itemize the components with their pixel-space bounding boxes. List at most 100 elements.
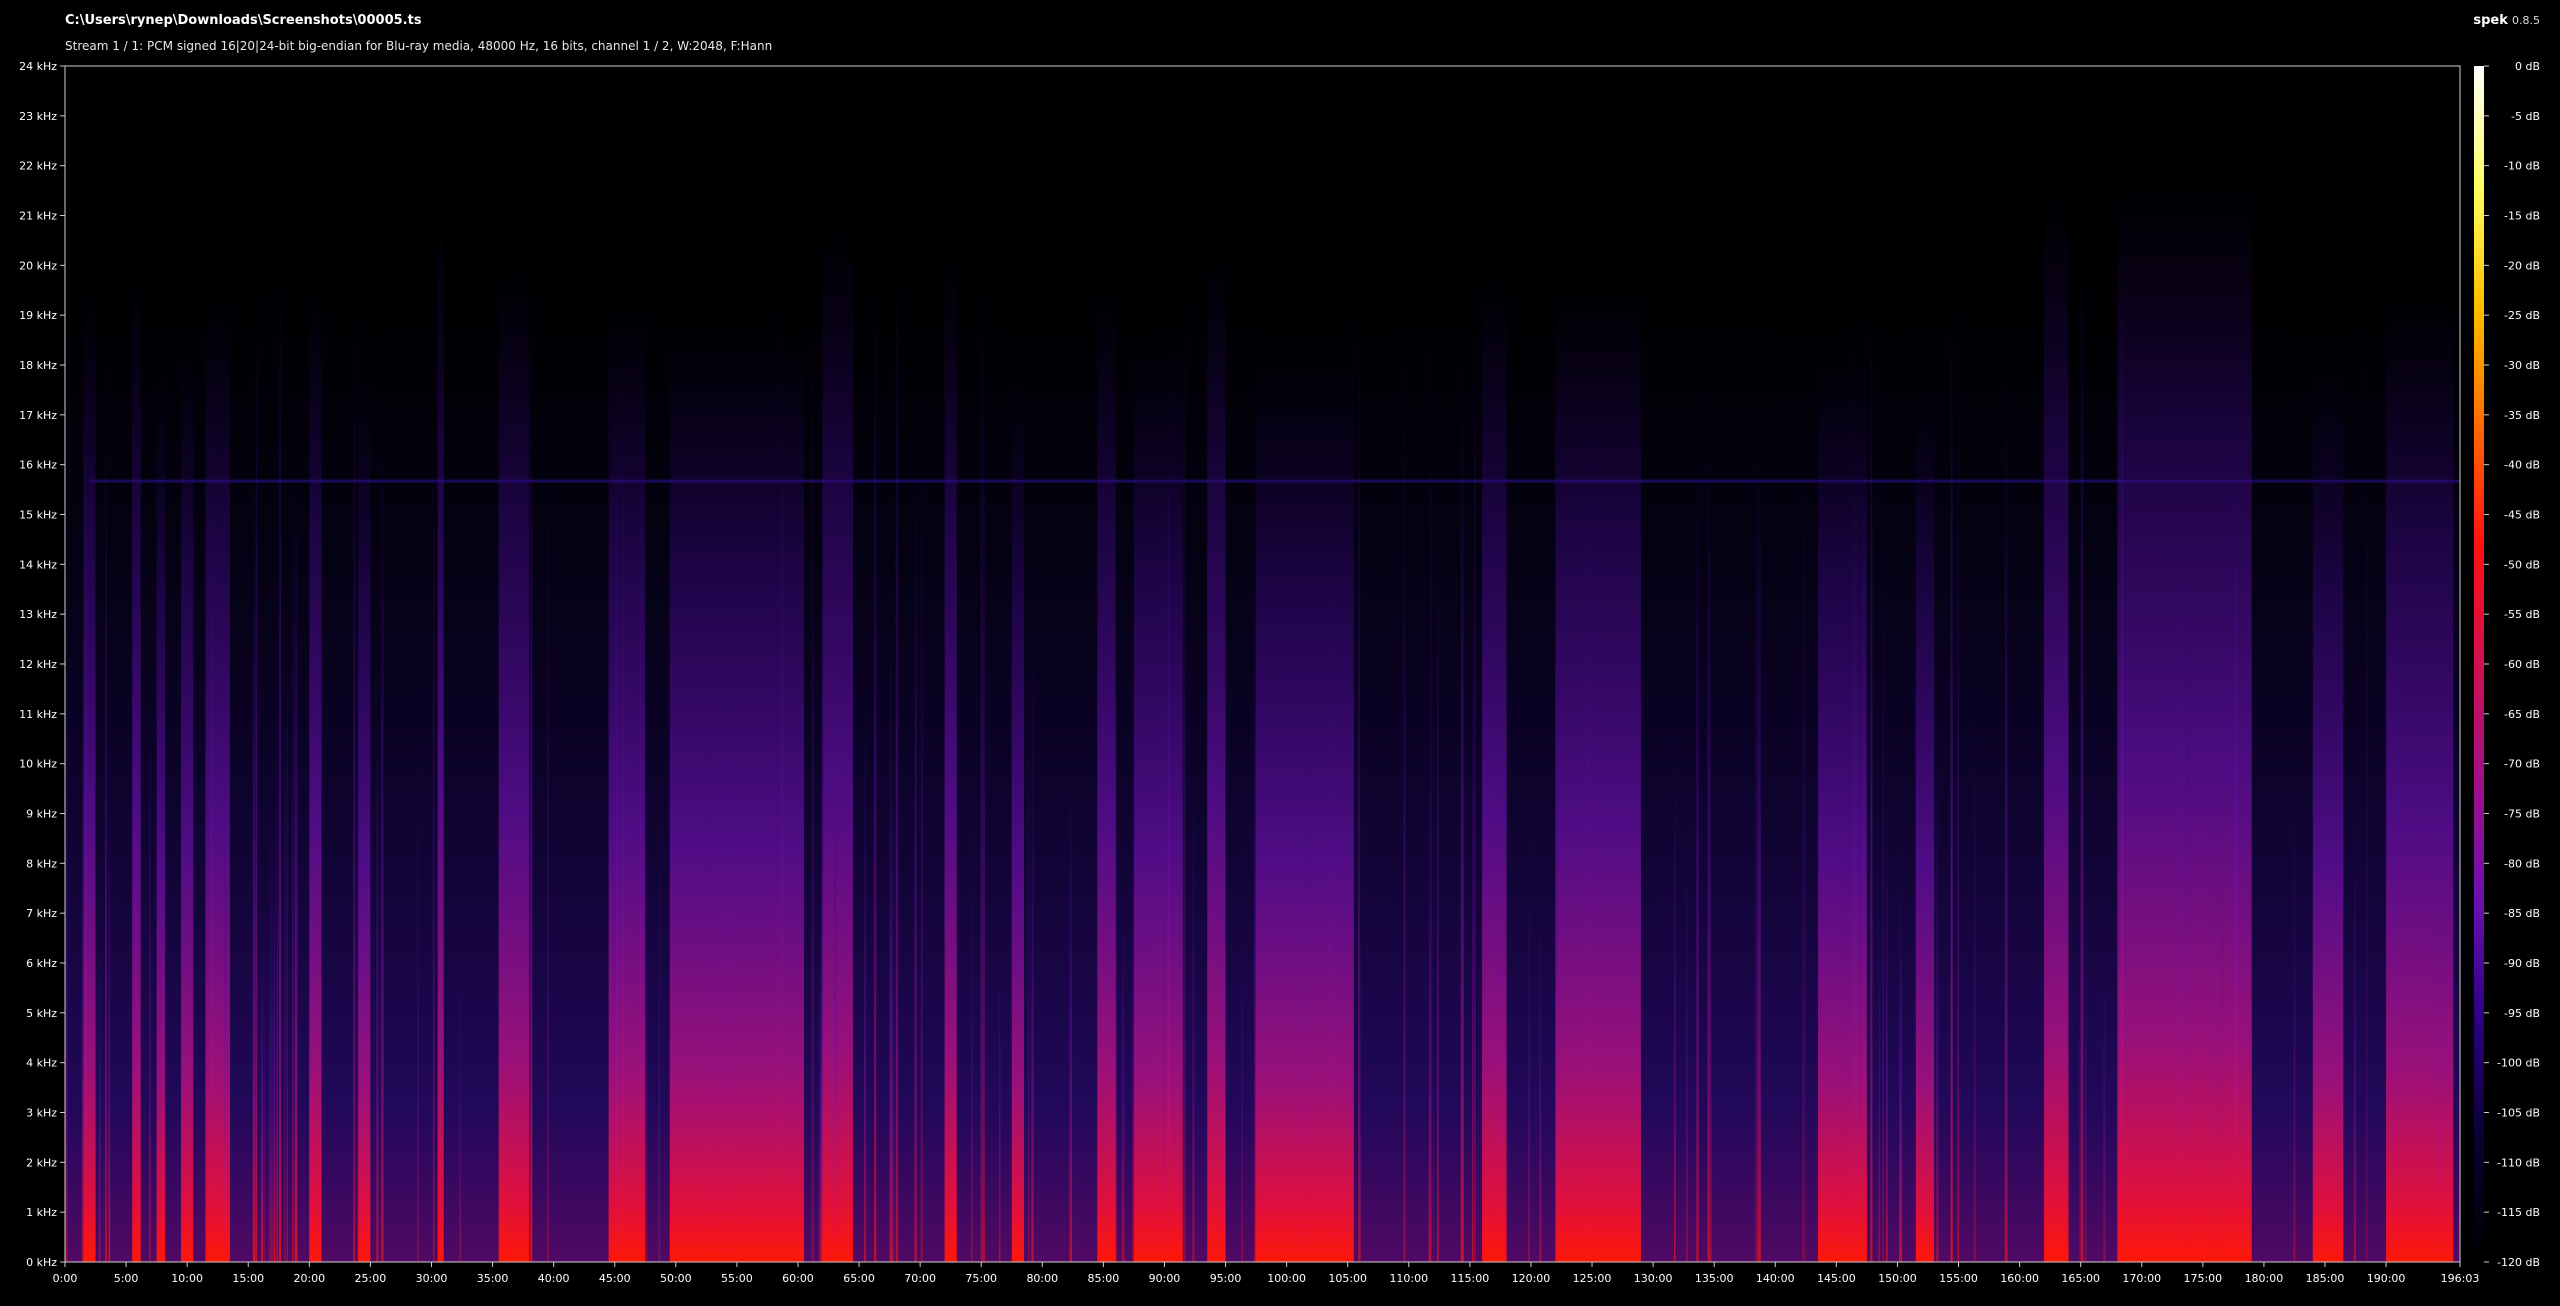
spectral-streak — [780, 222, 783, 1263]
db-tick-label: -110 dB — [2497, 1156, 2540, 1169]
y-tick-label: 6 kHz — [26, 957, 57, 970]
spectral-streak — [1192, 733, 1195, 1262]
loud-segment — [1256, 363, 1354, 1262]
spectral-streak — [920, 372, 923, 1263]
db-tick-label: -45 dB — [2504, 509, 2540, 522]
spectral-streak — [2004, 364, 2008, 1262]
db-tick-label: 0 dB — [2515, 60, 2540, 73]
spectral-streak — [134, 546, 137, 1262]
spectral-streak — [1132, 736, 1135, 1262]
spectral-streak — [1183, 192, 1186, 1262]
spectral-streak — [2211, 713, 2213, 1262]
y-tick-label: 13 kHz — [19, 608, 57, 621]
db-tick-label: -70 dB — [2504, 758, 2540, 771]
y-tick-label: 15 kHz — [19, 509, 57, 522]
spectral-streak — [840, 646, 842, 1262]
spectral-streak — [1852, 279, 1856, 1262]
spectral-streak — [1686, 782, 1688, 1262]
db-tick-label: -40 dB — [2504, 459, 2540, 472]
x-tick-label: 105:00 — [1328, 1272, 1367, 1285]
spectral-streak — [1121, 841, 1125, 1262]
spectral-streak — [2293, 739, 2296, 1262]
db-colorbar — [2474, 66, 2484, 1262]
loud-segment — [181, 342, 194, 1263]
x-tick-label: 0:00 — [53, 1272, 78, 1285]
y-tick-label: 10 kHz — [19, 758, 57, 771]
spectral-streak — [999, 880, 1001, 1262]
spectral-streak — [1674, 701, 1676, 1262]
spectral-streak — [1460, 349, 1464, 1262]
loud-segment — [1011, 382, 1024, 1262]
x-tick-label: 75:00 — [965, 1272, 997, 1285]
db-tick-label: -25 dB — [2504, 309, 2540, 322]
y-tick-label: 12 kHz — [19, 658, 57, 671]
spectral-streak — [291, 480, 294, 1262]
spectral-streak — [734, 552, 736, 1262]
x-tick-label: 190:00 — [2367, 1272, 2406, 1285]
spectral-streak — [811, 241, 815, 1263]
spectral-streak — [1950, 246, 1953, 1262]
spectral-streak — [81, 645, 84, 1262]
spectral-streak — [658, 728, 660, 1262]
x-tick-label: 196:03 — [2441, 1272, 2480, 1285]
spectral-streak — [2186, 604, 2189, 1262]
spectral-streak — [260, 888, 263, 1262]
y-tick-label: 14 kHz — [19, 558, 57, 571]
spectral-streak — [353, 258, 356, 1262]
spectral-streak — [255, 238, 258, 1262]
spectral-streak — [1710, 776, 1713, 1262]
loud-segment — [1555, 284, 1641, 1262]
spectral-streak — [286, 548, 288, 1262]
db-tick-label: -95 dB — [2504, 1007, 2540, 1020]
spectral-streak — [1144, 587, 1147, 1262]
x-tick-label: 150:00 — [1878, 1272, 1917, 1285]
x-tick-label: 160:00 — [2000, 1272, 2039, 1285]
spectral-streak — [914, 430, 917, 1262]
db-tick-label: -60 dB — [2504, 658, 2540, 671]
spectral-streak — [1167, 281, 1169, 1262]
db-tick-label: -115 dB — [2497, 1206, 2540, 1219]
x-tick-label: 70:00 — [904, 1272, 936, 1285]
spectral-streak — [1556, 725, 1558, 1262]
loud-segment — [309, 279, 322, 1263]
x-tick-label: 165:00 — [2061, 1272, 2100, 1285]
spectral-streak — [2179, 425, 2183, 1262]
x-tick-label: 65:00 — [843, 1272, 875, 1285]
spectral-streak — [1709, 476, 1711, 1262]
x-tick-label: 25:00 — [355, 1272, 387, 1285]
db-tick-label: -80 dB — [2504, 857, 2540, 870]
spectral-streak — [2244, 521, 2246, 1262]
db-tick-label: -105 dB — [2497, 1107, 2540, 1120]
spectral-streak — [891, 736, 894, 1262]
spectral-streak — [149, 624, 151, 1262]
x-tick-label: 10:00 — [171, 1272, 203, 1285]
spectral-streak — [1430, 247, 1432, 1263]
spectral-streak — [1707, 374, 1710, 1262]
spectral-streak — [639, 384, 643, 1262]
spectral-streak — [1528, 817, 1530, 1262]
y-tick-label: 16 kHz — [19, 459, 57, 472]
spectral-streak — [2394, 504, 2397, 1262]
spectral-streak — [210, 371, 213, 1263]
y-tick-label: 5 kHz — [26, 1007, 57, 1020]
spectral-streak — [2080, 189, 2084, 1263]
y-tick-label: 4 kHz — [26, 1057, 57, 1070]
x-tick-label: 115:00 — [1451, 1272, 1490, 1285]
db-tick-label: -100 dB — [2497, 1057, 2540, 1070]
spectral-streak — [108, 772, 111, 1262]
spectral-streak — [1973, 658, 1976, 1262]
db-tick-label: -85 dB — [2504, 907, 2540, 920]
spectral-streak — [1309, 731, 1311, 1262]
x-tick-label: 95:00 — [1210, 1272, 1242, 1285]
spectral-streak — [2103, 882, 2106, 1262]
spectral-streak — [224, 813, 227, 1262]
db-tick-label: -20 dB — [2504, 259, 2540, 272]
spectral-streak — [279, 650, 281, 1262]
spectral-streak — [2235, 385, 2238, 1262]
spectral-streak — [895, 201, 899, 1262]
x-tick-label: 45:00 — [599, 1272, 631, 1285]
spectral-streak — [1844, 808, 1847, 1262]
spectral-streak — [2120, 208, 2124, 1262]
y-tick-label: 24 kHz — [19, 60, 57, 73]
x-tick-label: 90:00 — [1149, 1272, 1181, 1285]
